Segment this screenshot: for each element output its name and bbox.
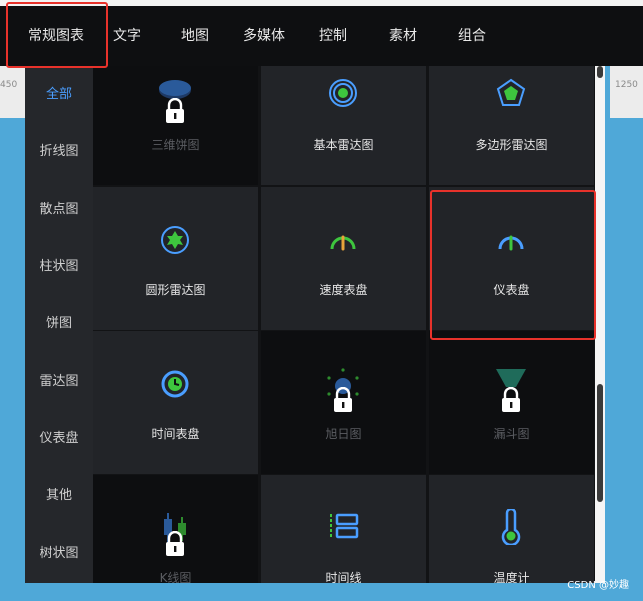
card-clock-gauge[interactable]: 时间表盘 bbox=[93, 331, 258, 474]
tab-control[interactable]: 控制 bbox=[319, 24, 347, 48]
clock-gauge-icon bbox=[161, 370, 189, 398]
timeline-icon bbox=[330, 513, 359, 539]
card-pie-3d[interactable]: 三维饼图 bbox=[93, 66, 258, 185]
card-timeline[interactable]: 时间线 bbox=[261, 475, 426, 583]
sidebar-item-all[interactable]: 全部 bbox=[25, 85, 93, 105]
card-label: 漏斗图 bbox=[493, 427, 530, 441]
speed-gauge-icon bbox=[330, 235, 356, 251]
sidebar-item-bar[interactable]: 柱状图 bbox=[25, 257, 93, 277]
canvas-ruler-left: 450 bbox=[0, 66, 25, 118]
sidebar-item-scatter[interactable]: 散点图 bbox=[25, 200, 93, 220]
ruler-tick-label: 1250 bbox=[615, 80, 638, 90]
card-thermometer[interactable]: 温度计 bbox=[429, 475, 594, 583]
card-label: 时间表盘 bbox=[151, 427, 200, 441]
funnel-icon bbox=[496, 369, 526, 387]
sidebar-item-tree[interactable]: 树状图 bbox=[25, 544, 93, 564]
card-label: 时间线 bbox=[325, 571, 362, 583]
ruler-tick-label: 450 bbox=[0, 80, 18, 90]
sidebar-item-gauge[interactable]: 仪表盘 bbox=[25, 429, 93, 449]
thermometer-icon bbox=[501, 509, 521, 545]
highlight-box-tab bbox=[6, 2, 108, 68]
scrollbar-thumb[interactable] bbox=[597, 384, 603, 502]
tab-multimedia[interactable]: 多媒体 bbox=[243, 24, 285, 48]
card-label: 旭日图 bbox=[325, 427, 362, 441]
grid-scrollbar[interactable] bbox=[595, 66, 605, 583]
circle-radar-icon bbox=[161, 226, 189, 254]
card-polygon-radar[interactable]: 多边形雷达图 bbox=[429, 66, 594, 185]
lock-icon bbox=[166, 531, 184, 556]
lock-icon bbox=[166, 98, 184, 123]
scrollbar-arrow-up[interactable] bbox=[597, 66, 603, 78]
watermark-text: CSDN @妙趣 bbox=[567, 580, 629, 591]
tab-combination[interactable]: 组合 bbox=[458, 24, 486, 48]
card-label: 多边形雷达图 bbox=[475, 138, 548, 152]
tab-map[interactable]: 地图 bbox=[181, 24, 209, 48]
sidebar-item-pie[interactable]: 饼图 bbox=[25, 314, 93, 334]
category-sidebar: 全部 折线图 散点图 柱状图 饼图 雷达图 仪表盘 其他 树状图 bbox=[25, 66, 93, 583]
card-circle-radar[interactable]: 圆形雷达图 bbox=[93, 187, 258, 330]
tab-material[interactable]: 素材 bbox=[389, 24, 417, 48]
card-label: K线图 bbox=[159, 571, 192, 583]
sidebar-item-other[interactable]: 其他 bbox=[25, 486, 93, 506]
highlight-box-gauge bbox=[430, 190, 596, 340]
sidebar-item-line[interactable]: 折线图 bbox=[25, 142, 93, 162]
tab-text[interactable]: 文字 bbox=[113, 24, 141, 48]
radar-basic-icon bbox=[329, 79, 357, 107]
card-speed-gauge[interactable]: 速度表盘 bbox=[261, 187, 426, 330]
card-label: 三维饼图 bbox=[151, 138, 200, 152]
lock-icon bbox=[502, 387, 520, 412]
card-funnel[interactable]: 漏斗图 bbox=[429, 331, 594, 474]
sidebar-item-radar[interactable]: 雷达图 bbox=[25, 372, 93, 392]
polygon-radar-icon bbox=[496, 78, 526, 106]
card-sunburst[interactable]: 旭日图 bbox=[261, 331, 426, 474]
card-label: 圆形雷达图 bbox=[145, 283, 206, 297]
canvas-ruler-right: 1250 bbox=[610, 66, 643, 118]
card-candlestick[interactable]: K线图 bbox=[93, 475, 258, 583]
card-label: 速度表盘 bbox=[319, 283, 368, 297]
card-label: 基本雷达图 bbox=[313, 138, 374, 152]
lock-icon bbox=[334, 387, 352, 412]
card-radar-basic[interactable]: 基本雷达图 bbox=[261, 66, 426, 185]
